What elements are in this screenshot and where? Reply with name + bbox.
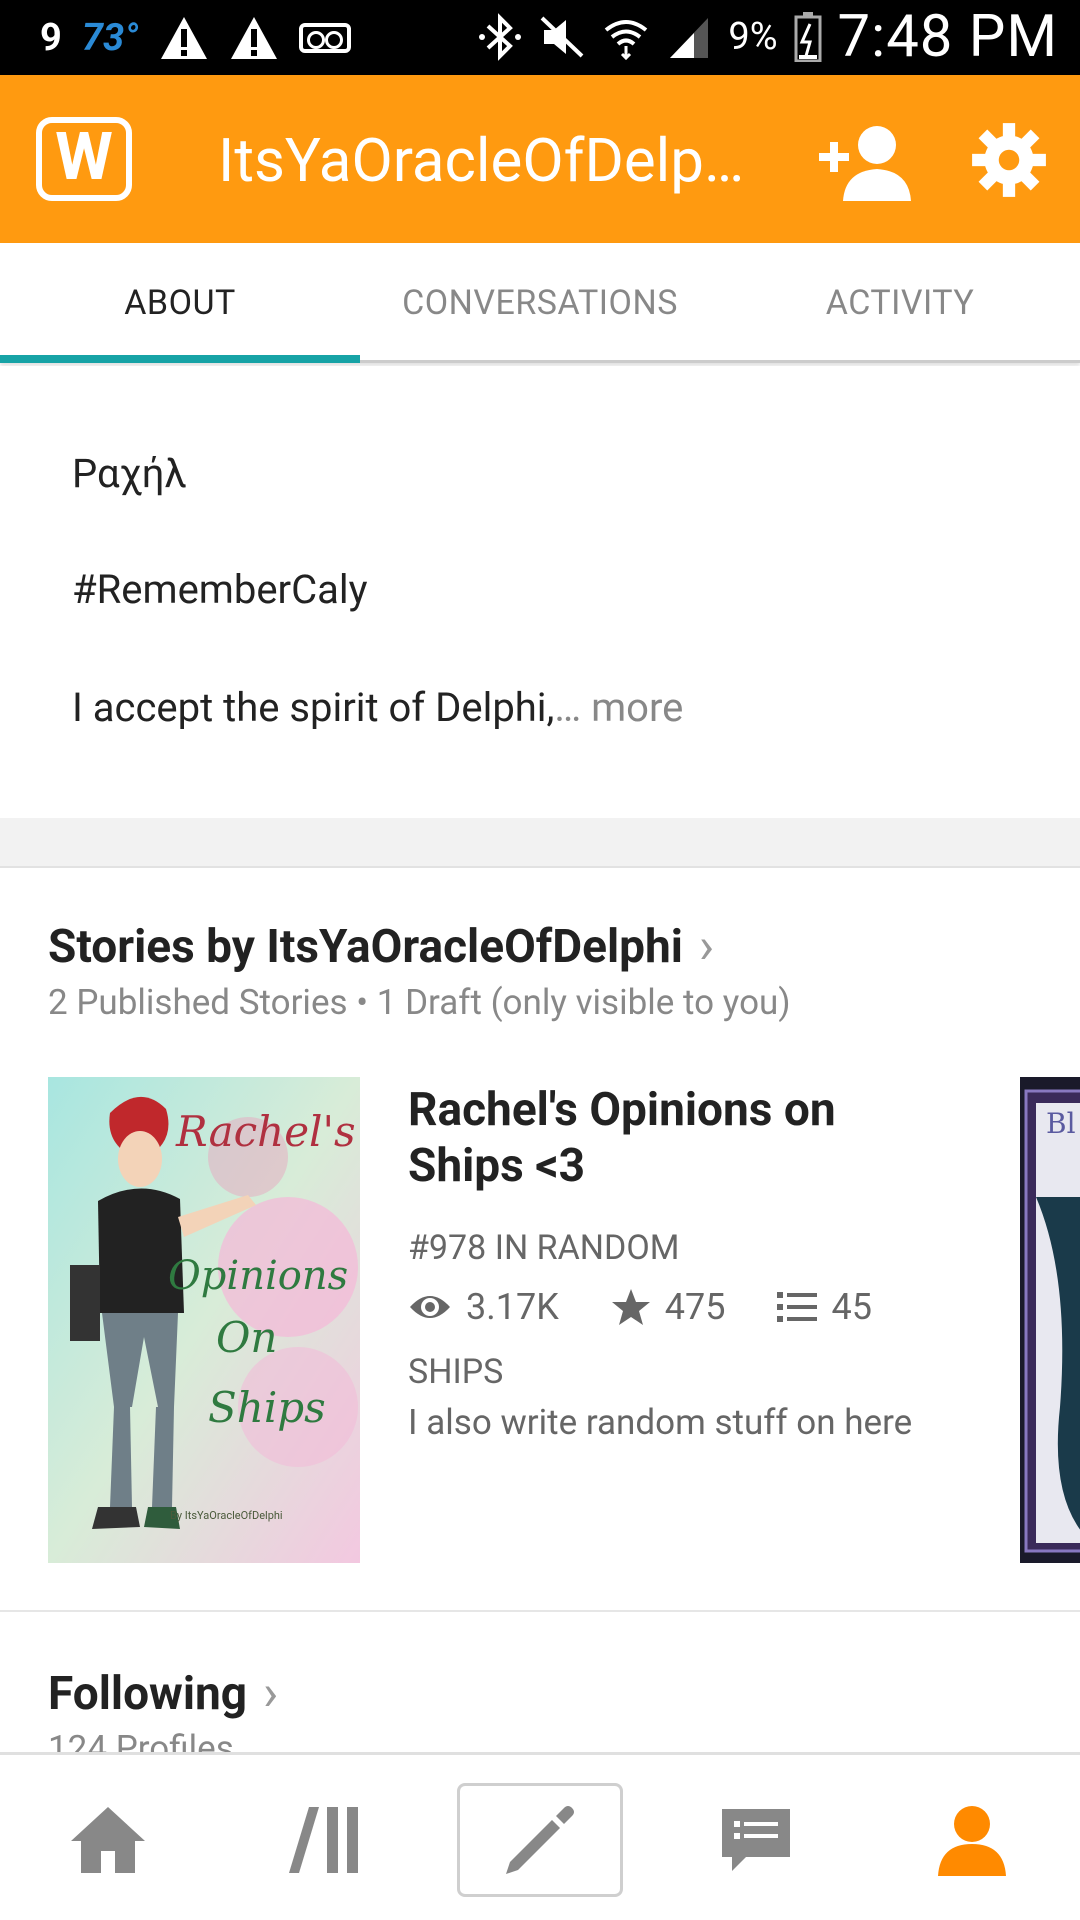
story-reads: 3.17K bbox=[466, 1286, 559, 1328]
battery-percent: 9% bbox=[728, 15, 778, 59]
voicemail-icon bbox=[298, 22, 351, 53]
section-divider bbox=[0, 818, 1080, 868]
story-votes: 475 bbox=[664, 1286, 726, 1328]
tab-about[interactable]: ABOUT bbox=[0, 243, 360, 363]
nav-home[interactable] bbox=[38, 1785, 178, 1895]
bluetooth-icon bbox=[479, 13, 522, 61]
cover-title-opinions: Opinions bbox=[168, 1253, 349, 1299]
wifi-icon bbox=[605, 20, 648, 60]
bio-text: I accept the spirit of Delphi, bbox=[72, 684, 555, 731]
nav-messages[interactable] bbox=[686, 1785, 826, 1895]
nav-profile[interactable] bbox=[902, 1785, 1042, 1895]
following-count: 124 Profiles bbox=[48, 1728, 234, 1754]
next-cover-title: Bl bbox=[1046, 1107, 1076, 1140]
library-icon bbox=[289, 1807, 358, 1873]
cover-title-ships: Ships bbox=[208, 1383, 326, 1432]
app-bar: W ItsYaOracleOfDelp… bbox=[0, 75, 1080, 243]
story-title[interactable]: Rachel's Opinions on Ships <3 bbox=[408, 1082, 928, 1194]
bottom-navigation bbox=[0, 1752, 1080, 1920]
status-bar: 9 73° 9% 7:48 PM bbox=[0, 0, 1080, 75]
nav-write[interactable] bbox=[457, 1783, 623, 1897]
temperature: 73° bbox=[81, 15, 139, 60]
profile-hashtag: #RememberCaly bbox=[72, 566, 368, 613]
story-stats: 3.17K 475 45 bbox=[408, 1286, 872, 1328]
story-tag[interactable]: SHIPS bbox=[408, 1352, 503, 1392]
stories-heading-text: Stories by ItsYaOracleOfDelphi bbox=[48, 920, 683, 974]
tab-activity[interactable]: ACTIVITY bbox=[720, 243, 1080, 363]
following-heading[interactable]: Following › bbox=[48, 1665, 278, 1723]
star-icon bbox=[611, 1289, 650, 1325]
profile-tabs: ABOUT CONVERSATIONS ACTIVITY bbox=[0, 243, 1080, 363]
home-icon bbox=[71, 1807, 145, 1873]
wattpad-logo-icon[interactable]: W bbox=[36, 117, 132, 201]
profile-bio: I accept the spirit of Delphi,… more bbox=[72, 684, 683, 731]
stories-heading[interactable]: Stories by ItsYaOracleOfDelphi › bbox=[48, 918, 714, 976]
stories-count: 2 Published Stories • 1 Draft (only visi… bbox=[48, 982, 791, 1023]
about-section: Ραχήλ #RememberCaly I accept the spirit … bbox=[0, 366, 1080, 818]
story-rank: #978 IN RANDOM bbox=[408, 1228, 680, 1268]
mute-icon bbox=[540, 16, 584, 58]
nav-library[interactable] bbox=[255, 1785, 395, 1895]
following-heading-text: Following bbox=[48, 1667, 248, 1721]
battery-icon bbox=[794, 12, 822, 62]
settings-gear-icon[interactable] bbox=[968, 119, 1050, 201]
list-icon bbox=[777, 1292, 818, 1322]
story-description: I also write random stuff on here bbox=[408, 1402, 913, 1443]
warning-icon bbox=[160, 16, 207, 59]
bio-ellipsis: … bbox=[554, 684, 582, 731]
tab-conversations[interactable]: CONVERSATIONS bbox=[360, 243, 720, 363]
chevron-right-icon: › bbox=[263, 1665, 279, 1723]
section-divider bbox=[0, 1610, 1080, 1612]
story-cover[interactable]: Rachel's Opinions On Ships By ItsYaOracl… bbox=[48, 1077, 360, 1563]
profile-display-name: Ραχήλ bbox=[72, 450, 187, 497]
write-pencil-icon bbox=[506, 1806, 574, 1874]
follow-user-icon[interactable] bbox=[815, 123, 915, 203]
profile-username-title: ItsYaOracleOfDelp… bbox=[218, 125, 745, 196]
story-parts: 45 bbox=[831, 1286, 872, 1328]
messages-icon bbox=[722, 1809, 790, 1871]
cover-title-rachels: Rachel's bbox=[176, 1107, 356, 1156]
warning-icon bbox=[230, 16, 277, 59]
next-story-cover-art bbox=[1024, 1089, 1080, 1553]
notification-count: 9 bbox=[40, 15, 62, 60]
bio-more-link[interactable]: more bbox=[591, 684, 683, 731]
profile-icon bbox=[938, 1806, 1006, 1876]
eye-icon bbox=[410, 1296, 450, 1318]
cover-byline: By ItsYaOracleOfDelphi bbox=[170, 1509, 283, 1522]
chevron-right-icon: › bbox=[698, 918, 714, 976]
active-tab-indicator bbox=[0, 355, 360, 363]
signal-icon bbox=[670, 18, 709, 58]
next-story-cover[interactable]: Bl bbox=[1020, 1077, 1080, 1563]
clock: 7:48 PM bbox=[837, 3, 1058, 71]
cover-title-on: On bbox=[216, 1313, 278, 1362]
